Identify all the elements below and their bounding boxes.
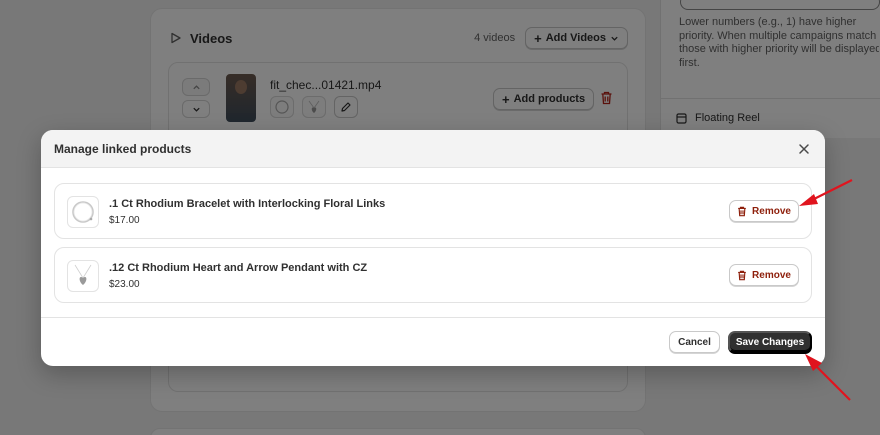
manage-linked-products-modal: Manage linked products .1 Ct Rhodium Bra…	[41, 130, 825, 366]
remove-button[interactable]: Remove	[729, 200, 799, 222]
modal-title: Manage linked products	[54, 142, 192, 156]
close-icon[interactable]	[797, 142, 811, 156]
product-image	[67, 196, 99, 228]
linked-product-row: .1 Ct Rhodium Bracelet with Interlocking…	[54, 183, 812, 239]
remove-label: Remove	[752, 269, 791, 281]
cancel-button[interactable]: Cancel	[669, 331, 720, 353]
linked-product-row: .12 Ct Rhodium Heart and Arrow Pendant w…	[54, 247, 812, 303]
save-changes-button[interactable]: Save Changes	[728, 331, 812, 353]
remove-button[interactable]: Remove	[729, 264, 799, 286]
pendant-icon	[74, 264, 92, 285]
product-name: .12 Ct Rhodium Heart and Arrow Pendant w…	[109, 262, 368, 274]
product-image	[67, 260, 99, 292]
product-price: $23.00	[109, 279, 140, 290]
trash-icon	[738, 206, 746, 216]
remove-label: Remove	[752, 205, 791, 217]
product-price: $17.00	[109, 215, 140, 226]
modal-footer-divider	[41, 317, 825, 318]
bracelet-icon	[72, 201, 94, 223]
modal-header: Manage linked products	[41, 130, 825, 168]
product-name: .1 Ct Rhodium Bracelet with Interlocking…	[109, 198, 386, 210]
trash-icon	[738, 270, 746, 280]
